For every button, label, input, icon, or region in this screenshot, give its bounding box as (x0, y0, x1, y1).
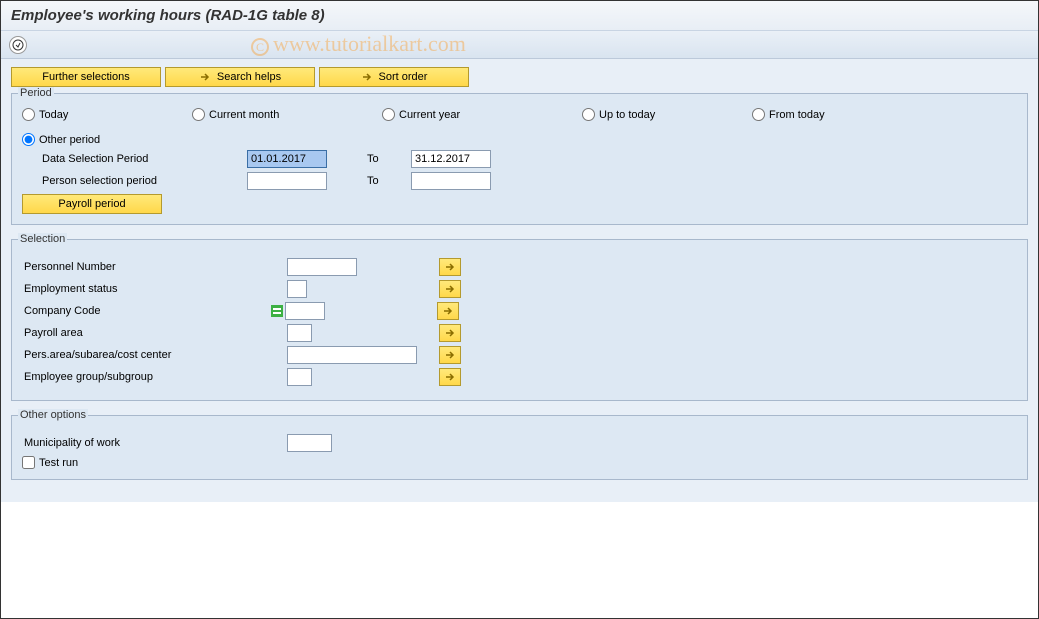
to-label: To (367, 175, 397, 187)
other-options-groupbox: Other options Municipality of work Test … (11, 415, 1028, 480)
data-selection-to-input[interactable] (411, 150, 491, 168)
employee-group-row: Employee group/subgroup (22, 368, 1017, 386)
payroll-area-multi-button[interactable] (439, 324, 461, 342)
selection-toolbar: Further selections Search helps Sort ord… (11, 67, 1028, 87)
personnel-number-multi-button[interactable] (439, 258, 461, 276)
personnel-number-label: Personnel Number (22, 261, 287, 273)
data-selection-label: Data Selection Period (22, 153, 247, 165)
municipality-row: Municipality of work (22, 434, 1017, 452)
company-code-row: Company Code (22, 302, 1017, 320)
test-run-row: Test run (22, 456, 1017, 469)
radio-up-to-today[interactable]: Up to today (582, 108, 752, 121)
municipality-label: Municipality of work (22, 437, 287, 449)
test-run-label: Test run (39, 457, 78, 469)
search-helps-button[interactable]: Search helps (165, 67, 315, 87)
personnel-number-input[interactable] (287, 258, 357, 276)
execute-icon[interactable] (9, 36, 27, 54)
radio-current-month[interactable]: Current month (192, 108, 382, 121)
municipality-input[interactable] (287, 434, 332, 452)
to-label: To (367, 153, 397, 165)
arrow-right-icon (199, 71, 211, 83)
payroll-area-input[interactable] (287, 324, 312, 342)
payroll-period-button[interactable]: Payroll period (22, 194, 162, 214)
employee-group-input[interactable] (287, 368, 312, 386)
radio-current-year[interactable]: Current year (382, 108, 582, 121)
arrow-right-icon (444, 371, 456, 383)
period-radios: Today Current month Current year Up to t… (22, 108, 1017, 146)
selection-title: Selection (18, 233, 67, 245)
period-groupbox: Period Today Current month Current year … (11, 93, 1028, 225)
radio-other-period[interactable]: Other period (22, 133, 192, 146)
person-selection-period-row: Person selection period To (22, 172, 1017, 190)
data-selection-period-row: Data Selection Period To (22, 150, 1017, 168)
radio-from-today[interactable]: From today (752, 108, 942, 121)
pers-area-label: Pers.area/subarea/cost center (22, 349, 287, 361)
further-selections-button[interactable]: Further selections (11, 67, 161, 87)
arrow-right-icon (444, 327, 456, 339)
selection-groupbox: Selection Personnel Number Employment st… (11, 239, 1028, 401)
person-selection-to-input[interactable] (411, 172, 491, 190)
pers-area-input[interactable] (287, 346, 417, 364)
page-title: Employee's working hours (RAD-1G table 8… (11, 7, 1028, 24)
period-title: Period (18, 87, 54, 99)
arrow-right-icon (361, 71, 373, 83)
company-code-input[interactable] (285, 302, 325, 320)
data-selection-from-input[interactable] (247, 150, 327, 168)
employment-status-label: Employment status (22, 283, 287, 295)
pers-area-multi-button[interactable] (439, 346, 461, 364)
company-code-label: Company Code (22, 305, 271, 317)
payroll-area-row: Payroll area (22, 324, 1017, 342)
arrow-right-icon (444, 349, 456, 361)
other-options-title: Other options (18, 409, 88, 421)
arrow-right-icon (442, 305, 454, 317)
pers-area-row: Pers.area/subarea/cost center (22, 346, 1017, 364)
payroll-area-label: Payroll area (22, 327, 287, 339)
radio-today[interactable]: Today (22, 108, 192, 121)
employment-status-input[interactable] (287, 280, 307, 298)
app-toolbar (1, 31, 1038, 59)
arrow-right-icon (444, 283, 456, 295)
employment-status-row: Employment status (22, 280, 1017, 298)
sort-order-button[interactable]: Sort order (319, 67, 469, 87)
arrow-right-icon (444, 261, 456, 273)
employment-status-multi-button[interactable] (439, 280, 461, 298)
main-content: Further selections Search helps Sort ord… (1, 59, 1038, 502)
person-selection-label: Person selection period (22, 175, 247, 187)
test-run-checkbox[interactable] (22, 456, 35, 469)
employee-group-multi-button[interactable] (439, 368, 461, 386)
person-selection-from-input[interactable] (247, 172, 327, 190)
employee-group-label: Employee group/subgroup (22, 371, 287, 383)
company-code-multi-button[interactable] (437, 302, 459, 320)
equals-icon (271, 305, 283, 317)
personnel-number-row: Personnel Number (22, 258, 1017, 276)
title-bar: Employee's working hours (RAD-1G table 8… (1, 1, 1038, 31)
